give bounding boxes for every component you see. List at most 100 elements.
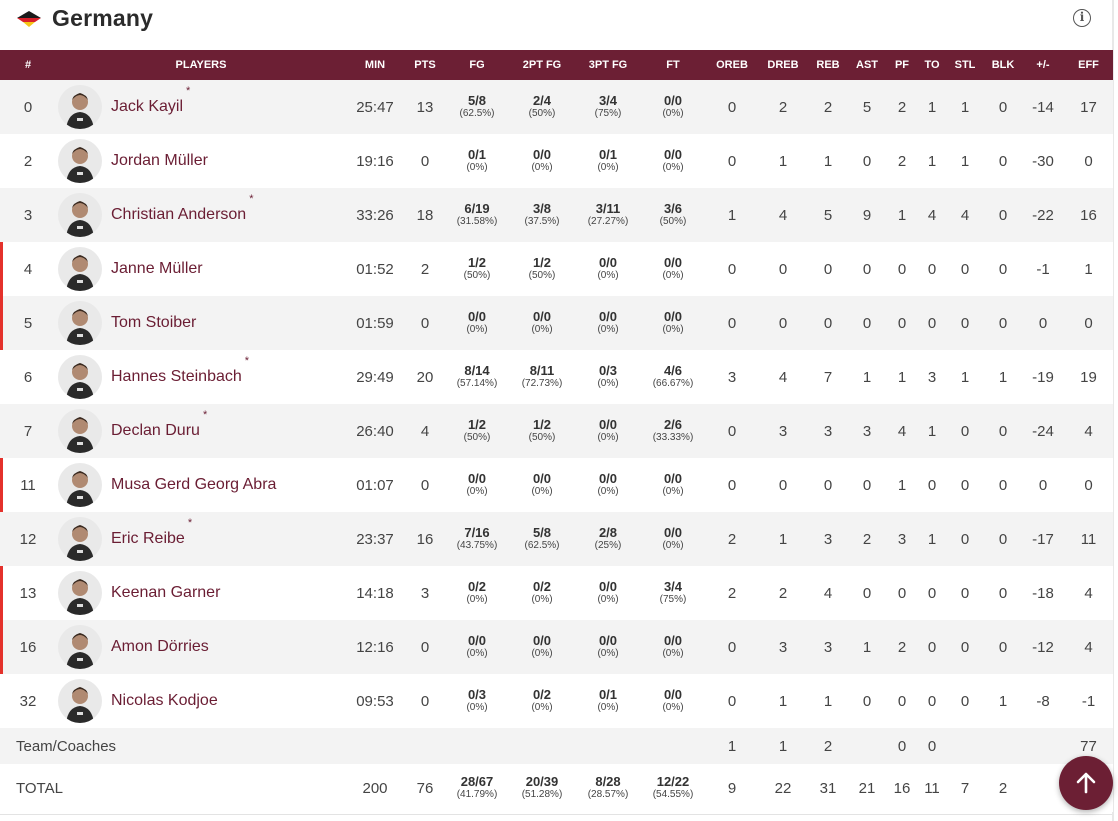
team-stat-reb: 2 xyxy=(808,728,848,764)
three-point-cell: 0/3 (0%) xyxy=(576,350,640,404)
two-point-percentage: (37.5%) xyxy=(524,216,560,227)
free-throws-percentage: (33.33%) xyxy=(652,432,694,443)
stat-reb: 0 xyxy=(808,296,848,350)
stat-stl: 0 xyxy=(946,566,984,620)
stat-to: 0 xyxy=(918,566,946,620)
player-cell: Christian Anderson* xyxy=(56,188,346,242)
three-point-percentage: (0%) xyxy=(597,324,619,335)
stat-pf: 2 xyxy=(886,620,918,674)
column-header-[interactable]: +/- xyxy=(1022,50,1064,80)
three-point-made-attempted: 2/8 xyxy=(598,525,618,540)
free-throws-made-attempted: 3/6 xyxy=(663,201,683,216)
points: 13 xyxy=(404,80,446,134)
player-name-link[interactable]: Hannes Steinbach xyxy=(111,368,242,386)
free-throws-percentage: (0%) xyxy=(662,702,684,713)
three-point-made-attempted: 0/0 xyxy=(598,255,618,270)
player-name-link[interactable]: Christian Anderson xyxy=(111,206,246,224)
player-name-link[interactable]: Keenan Garner xyxy=(111,584,220,602)
player-name-link[interactable]: Amon Dörries xyxy=(111,638,209,656)
total-three-point-percentage: (28.57%) xyxy=(587,789,629,800)
column-header-players[interactable]: PLAYERS xyxy=(56,50,346,80)
germany-flag-icon xyxy=(17,11,41,27)
player-avatar xyxy=(58,193,102,237)
column-header-blk[interactable]: BLK xyxy=(984,50,1022,80)
player-name-link[interactable]: Musa Gerd Georg Abra xyxy=(111,476,276,494)
column-header-to[interactable]: TO xyxy=(918,50,946,80)
stat-oreb: 0 xyxy=(706,458,758,512)
table-row: 2 Jordan Müller 19:16 0 0/1 (0%) 0/0 (0%) 0/1 (0%… xyxy=(0,134,1113,188)
column-header-fg[interactable]: FG xyxy=(446,50,508,80)
field-goals-made-attempted: 0/3 xyxy=(467,687,487,702)
column-header-oreb[interactable]: OREB xyxy=(706,50,758,80)
stat-oreb: 0 xyxy=(706,80,758,134)
stat-to: 4 xyxy=(918,188,946,242)
stat-eff: 4 xyxy=(1064,566,1113,620)
stat-ast: 0 xyxy=(848,134,886,188)
stat-ast: 0 xyxy=(848,242,886,296)
column-header-eff[interactable]: EFF xyxy=(1064,50,1113,80)
two-point-made-attempted: 2/4 xyxy=(532,93,552,108)
stat-reb: 1 xyxy=(808,674,848,728)
player-name-link[interactable]: Declan Duru xyxy=(111,422,200,440)
stat-blk: 0 xyxy=(984,242,1022,296)
player-avatar xyxy=(58,301,102,345)
points: 4 xyxy=(404,404,446,458)
stat-ast: 0 xyxy=(848,296,886,350)
three-point-made-attempted: 0/0 xyxy=(598,633,618,648)
info-icon[interactable]: i xyxy=(1073,9,1091,27)
field-goals-made-attempted: 5/8 xyxy=(467,93,487,108)
three-point-made-attempted: 3/11 xyxy=(595,201,621,216)
stat-reb: 5 xyxy=(808,188,848,242)
column-header-[interactable]: # xyxy=(0,50,56,80)
column-header-reb[interactable]: REB xyxy=(808,50,848,80)
player-name-link[interactable]: Jordan Müller xyxy=(111,152,208,170)
player-cell: Musa Gerd Georg Abra xyxy=(56,458,346,512)
three-point-made-attempted: 0/0 xyxy=(598,309,618,324)
scroll-top-button[interactable] xyxy=(1059,756,1113,810)
stat-blk: 0 xyxy=(984,620,1022,674)
column-header-ast[interactable]: AST xyxy=(848,50,886,80)
three-point-percentage: (0%) xyxy=(597,702,619,713)
player-avatar xyxy=(58,679,102,723)
free-throws-cell: 0/0 (0%) xyxy=(640,512,706,566)
free-throws-percentage: (75%) xyxy=(659,594,687,605)
two-point-percentage: (0%) xyxy=(531,162,553,173)
stat-blk: 0 xyxy=(984,512,1022,566)
stat-reb: 3 xyxy=(808,512,848,566)
field-goals-cell: 0/3 (0%) xyxy=(446,674,508,728)
column-header-stl[interactable]: STL xyxy=(946,50,984,80)
table-row: 12 Eric Reibe* 23:37 16 7/16 (43.75%) 5/8 (62.5… xyxy=(0,512,1113,566)
column-header-3pt-fg[interactable]: 3PT FG xyxy=(576,50,640,80)
player-name-link[interactable]: Nicolas Kodjoe xyxy=(111,692,218,710)
column-header-ft[interactable]: FT xyxy=(640,50,706,80)
column-header-dreb[interactable]: DREB xyxy=(758,50,808,80)
player-name-link[interactable]: Eric Reibe xyxy=(111,530,185,548)
team-coaches-row: Team/Coaches 1 1 2 0 0 77 xyxy=(0,728,1113,764)
stat-dreb: 1 xyxy=(758,512,808,566)
player-name-link[interactable]: Janne Müller xyxy=(111,260,203,278)
stat-stl: 0 xyxy=(946,674,984,728)
stat-to: 3 xyxy=(918,350,946,404)
free-throws-cell: 3/4 (75%) xyxy=(640,566,706,620)
two-point-made-attempted: 1/2 xyxy=(532,255,552,270)
player-name-link[interactable]: Tom Stoiber xyxy=(111,314,196,332)
stat-to: 0 xyxy=(918,620,946,674)
stat-eff: 1 xyxy=(1064,242,1113,296)
stat-ast: 5 xyxy=(848,80,886,134)
column-header-min[interactable]: MIN xyxy=(346,50,404,80)
stat-blk: 0 xyxy=(984,404,1022,458)
field-goals-percentage: (62.5%) xyxy=(459,108,495,119)
field-goals-cell: 1/2 (50%) xyxy=(446,242,508,296)
free-throws-made-attempted: 0/0 xyxy=(663,471,683,486)
player-name-link[interactable]: Jack Kayil xyxy=(111,98,183,116)
stat-stl: 0 xyxy=(946,296,984,350)
column-header-2pt-fg[interactable]: 2PT FG xyxy=(508,50,576,80)
stat-dreb: 3 xyxy=(758,620,808,674)
jersey-number: 3 xyxy=(0,188,56,242)
starter-marker: * xyxy=(186,85,191,97)
three-point-cell: 0/0 (0%) xyxy=(576,620,640,674)
stat-dreb: 3 xyxy=(758,404,808,458)
column-header-pts[interactable]: PTS xyxy=(404,50,446,80)
stat-reb: 0 xyxy=(808,242,848,296)
column-header-pf[interactable]: PF xyxy=(886,50,918,80)
